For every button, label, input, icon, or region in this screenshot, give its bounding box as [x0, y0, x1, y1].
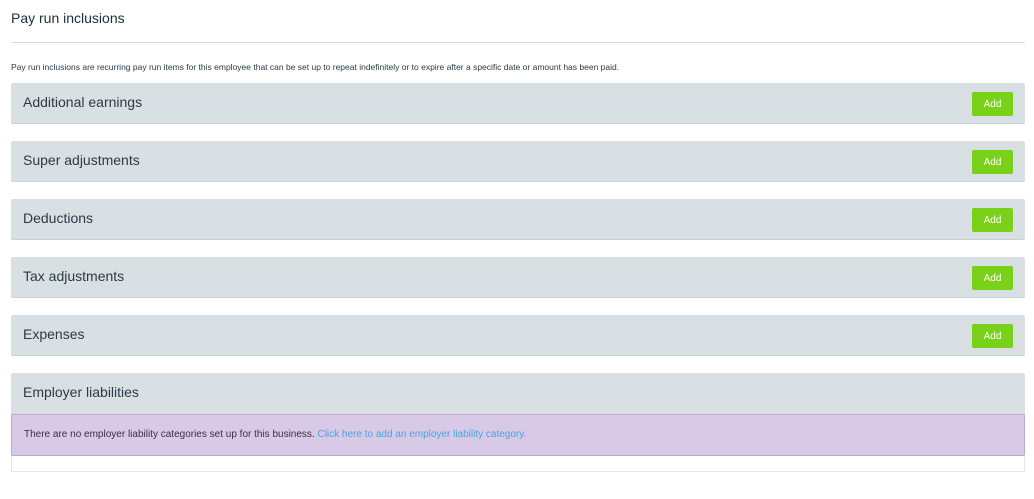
section-title: Super adjustments [23, 152, 140, 168]
add-expenses-button[interactable]: Add [972, 324, 1013, 348]
section-deductions: Deductions Add [11, 199, 1025, 239]
section-title: Deductions [23, 210, 94, 226]
pay-run-inclusions-page: Pay run inclusions Pay run inclusions ar… [0, 0, 1034, 499]
title-divider [11, 42, 1025, 43]
alert-message: There are no employer liability categori… [24, 429, 318, 440]
section-employer-liabilities: Employer liabilities [11, 373, 1025, 414]
section-title: Additional earnings [23, 94, 143, 110]
section-tax-adjustments: Tax adjustments Add [11, 257, 1025, 297]
add-super-adjustments-button[interactable]: Add [972, 150, 1013, 174]
section-expenses: Expenses Add [11, 315, 1025, 355]
section-additional-earnings: Additional earnings Add [11, 83, 1025, 123]
intro-text: Pay run inclusions are recurring pay run… [11, 62, 620, 72]
add-additional-earnings-button[interactable]: Add [972, 92, 1013, 116]
section-title: Tax adjustments [23, 268, 125, 284]
add-tax-adjustments-button[interactable]: Add [972, 266, 1013, 290]
no-employer-liabilities-alert: There are no employer liability categori… [11, 414, 1025, 456]
section-title: Employer liabilities [23, 384, 139, 400]
add-deductions-button[interactable]: Add [972, 208, 1013, 232]
page-title: Pay run inclusions [11, 10, 125, 26]
section-title: Expenses [23, 326, 85, 342]
add-employer-liability-link[interactable]: Click here to add an employer liability … [317, 429, 526, 440]
section-super-adjustments: Super adjustments Add [11, 141, 1025, 181]
